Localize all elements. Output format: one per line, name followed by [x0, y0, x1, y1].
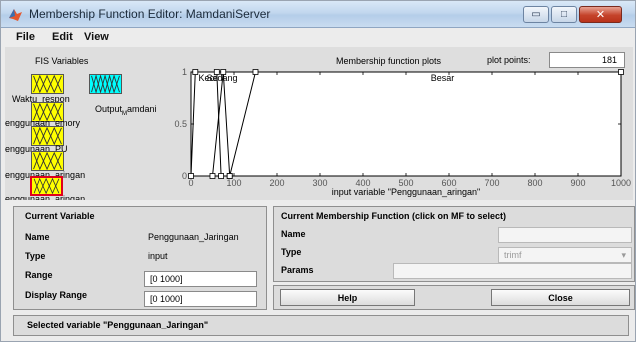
mf-editor-window: Membership Function Editor: MamdaniServe…: [0, 0, 636, 342]
help-button[interactable]: Help: [280, 289, 415, 306]
mf-type-label: Type: [281, 247, 302, 257]
mf-vertex-marker[interactable]: [252, 69, 259, 75]
x-tick-label: 300: [312, 178, 327, 188]
mf-shape-icon: [33, 178, 60, 194]
mf-vertex-marker[interactable]: [209, 173, 216, 179]
x-tick-label: 200: [269, 178, 284, 188]
plot-xlabel: input variable "Penggunaan_aringan": [332, 187, 481, 197]
maximize-button[interactable]: □: [551, 6, 577, 23]
mf-plots-title: Membership function plots: [336, 56, 442, 66]
mf-vertex-marker[interactable]: [226, 173, 233, 179]
mf-type-select[interactable]: trimf ▾: [498, 247, 632, 263]
mf-label[interactable]: Besar: [431, 73, 455, 83]
maximize-icon: □: [560, 9, 568, 20]
output-var-label: OutputMamdani: [95, 104, 157, 117]
x-tick-label: 100: [226, 178, 241, 188]
mf-shape-icon: [91, 75, 120, 93]
close-window-button[interactable]: ✕: [579, 6, 622, 23]
input-var-penggunaan-cpu[interactable]: [31, 151, 64, 171]
range-input[interactable]: [0 1000]: [144, 271, 257, 287]
output-suffix: amdani: [127, 104, 157, 114]
mf-vertex-marker[interactable]: [218, 173, 224, 179]
x-tick-label: 0: [188, 178, 193, 188]
input-var-penggunaan-pu[interactable]: [31, 126, 64, 146]
fis-variables-label: FIS Variables: [35, 56, 89, 66]
title-bar[interactable]: Membership Function Editor: MamdaniServe…: [1, 1, 635, 28]
menu-view[interactable]: View: [84, 31, 109, 43]
mf-vertex-marker[interactable]: [618, 69, 624, 75]
display-range-input[interactable]: [0 1000]: [144, 291, 257, 307]
mf-name-input[interactable]: [498, 227, 632, 243]
matlab-icon: [9, 9, 22, 21]
mf-type-value: trimf: [504, 250, 522, 260]
mf-vertex-marker[interactable]: [192, 69, 199, 75]
menu-file[interactable]: File: [16, 31, 35, 43]
minimize-button[interactable]: ▭: [523, 6, 549, 23]
output-label: Output: [95, 104, 123, 114]
menu-edit[interactable]: Edit: [52, 31, 73, 43]
range-label: Range: [25, 270, 53, 280]
x-tick-label: 900: [570, 178, 585, 188]
x-tick-label: 700: [484, 178, 499, 188]
mf-plot[interactable]: 0 100 200 300 400 500 600 700 800 900 100000.51 Ke…: [163, 67, 631, 199]
mf-label[interactable]: Sedang: [206, 73, 237, 83]
y-tick-label: 0.5: [174, 119, 187, 129]
mf-params-input[interactable]: [393, 263, 632, 279]
display-range-label: Display Range: [25, 290, 88, 300]
close-icon: ✕: [595, 9, 606, 21]
mf-name-label: Name: [281, 229, 306, 239]
mf-vertex-marker[interactable]: [188, 173, 194, 179]
mf-shape-icon: [33, 152, 62, 170]
menu-bar: File Edit View: [1, 28, 635, 47]
current-variable-heading: Current Variable: [25, 211, 95, 221]
type-label: Type: [25, 251, 46, 261]
name-label: Name: [25, 232, 50, 242]
minimize-icon: ▭: [531, 9, 541, 20]
plot-points-label: plot points:: [487, 55, 531, 65]
variable-type-value: input: [148, 251, 168, 261]
input-var-waktu-respon[interactable]: [31, 74, 64, 94]
variable-name-value: Penggunaan_Jaringan: [148, 232, 239, 242]
plot-area: [190, 71, 622, 177]
window-title: Membership Function Editor: MamdaniServe…: [29, 7, 271, 21]
y-tick-label: 0: [182, 171, 187, 181]
mf-shape-icon: [33, 75, 62, 93]
close-button[interactable]: Close: [491, 289, 630, 306]
mf-params-label: Params: [281, 265, 314, 275]
x-tick-label: 800: [527, 178, 542, 188]
x-tick-label: 1000: [611, 178, 631, 188]
output-var-mamdani[interactable]: [89, 74, 122, 94]
y-tick-label: 1: [182, 67, 187, 77]
input-var-penggunaan-jaringan-selected[interactable]: [30, 176, 63, 196]
mf-shape-icon: [33, 127, 62, 145]
chevron-down-icon: ▾: [621, 250, 626, 260]
status-bar: Selected variable "Penggunaan_Jaringan": [13, 315, 629, 336]
plot-points-input[interactable]: 181: [549, 52, 625, 68]
current-mf-heading: Current Membership Function (click on MF…: [281, 211, 507, 221]
